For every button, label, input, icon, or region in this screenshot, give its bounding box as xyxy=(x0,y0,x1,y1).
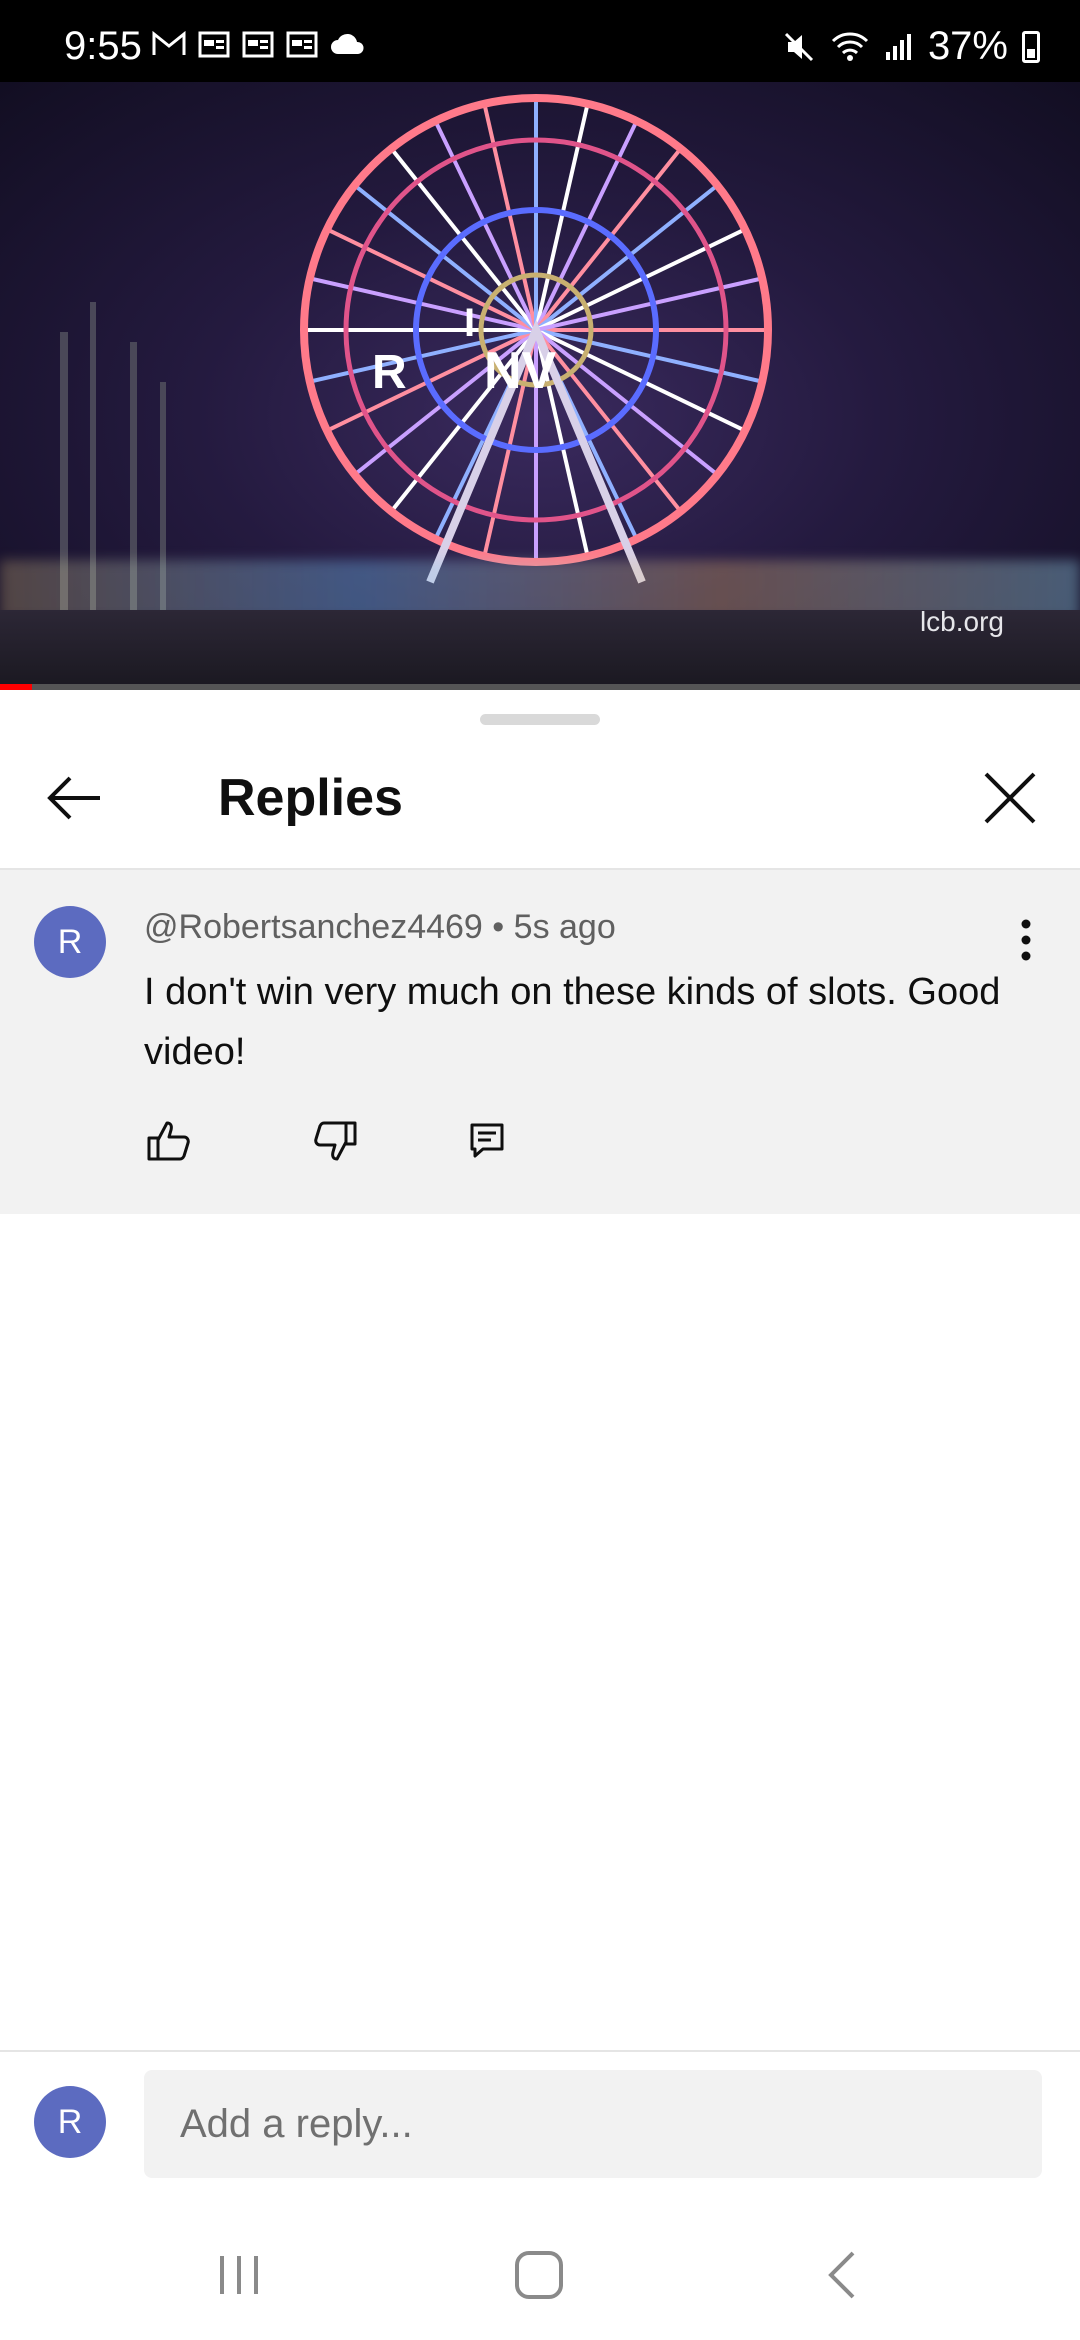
avatar[interactable]: R xyxy=(34,2086,106,2158)
wifi-icon xyxy=(831,31,868,61)
more-vertical-icon xyxy=(1021,919,1031,961)
video-player[interactable]: R I NV lcb.org xyxy=(0,82,1080,690)
sign-letter-i: I xyxy=(464,301,475,345)
replies-header: Replies xyxy=(0,730,1080,860)
calendar-icon xyxy=(242,31,274,58)
recent-apps-button[interactable] xyxy=(194,2240,284,2310)
close-icon xyxy=(984,772,1036,824)
arrow-left-icon xyxy=(47,776,100,820)
system-back-button[interactable] xyxy=(798,2240,888,2310)
thumbs-down-icon xyxy=(314,1121,357,1161)
notification-icons xyxy=(152,30,366,58)
mute-icon xyxy=(784,32,813,61)
recent-apps-icon xyxy=(220,2256,258,2294)
sign-letters-nv: NV xyxy=(484,342,557,400)
dislike-button[interactable] xyxy=(310,1116,360,1166)
video-watermark: lcb.org xyxy=(919,606,1004,637)
reply-bar: R xyxy=(0,2052,1080,2182)
thumbs-up-icon xyxy=(147,1121,190,1161)
cloud-icon xyxy=(331,33,364,54)
home-button[interactable] xyxy=(494,2240,584,2310)
avatar[interactable]: R xyxy=(34,906,106,978)
close-button[interactable] xyxy=(970,758,1050,838)
battery-percent: 37% xyxy=(927,24,1008,68)
sign-letter-r: R xyxy=(372,346,407,399)
battery-icon xyxy=(1022,30,1040,63)
calendar-icon xyxy=(198,31,230,58)
reply-input[interactable] xyxy=(144,2070,1042,2178)
reply-button[interactable] xyxy=(462,1116,512,1166)
comment-meta: @Robertsanchez4469 • 5s ago xyxy=(144,908,616,947)
drag-handle[interactable] xyxy=(480,714,600,725)
comment-icon xyxy=(470,1123,504,1158)
signal-icon xyxy=(885,33,911,60)
back-button[interactable] xyxy=(34,758,114,838)
comment-time: 5s ago xyxy=(513,908,616,946)
status-bar: 9:55 37% xyxy=(0,0,1080,82)
system-status: 37% xyxy=(782,24,1040,69)
status-time: 9:55 xyxy=(64,24,142,68)
comment-author[interactable]: @Robertsanchez4469 xyxy=(144,908,483,946)
system-nav-bar xyxy=(0,2200,1080,2340)
page-title: Replies xyxy=(218,769,403,827)
comment: R @Robertsanchez4469 • 5s ago I don't wi… xyxy=(0,870,1080,1214)
meta-separator: • xyxy=(492,908,505,946)
comment-text: I don't win very much on these kinds of … xyxy=(144,971,1001,1073)
more-options-button[interactable] xyxy=(996,900,1056,980)
calendar-icon xyxy=(286,31,318,58)
gmail-icon xyxy=(152,31,186,55)
home-icon xyxy=(515,2251,563,2299)
chevron-left-icon xyxy=(828,2251,855,2299)
ground xyxy=(0,610,1080,690)
like-button[interactable] xyxy=(144,1116,194,1166)
